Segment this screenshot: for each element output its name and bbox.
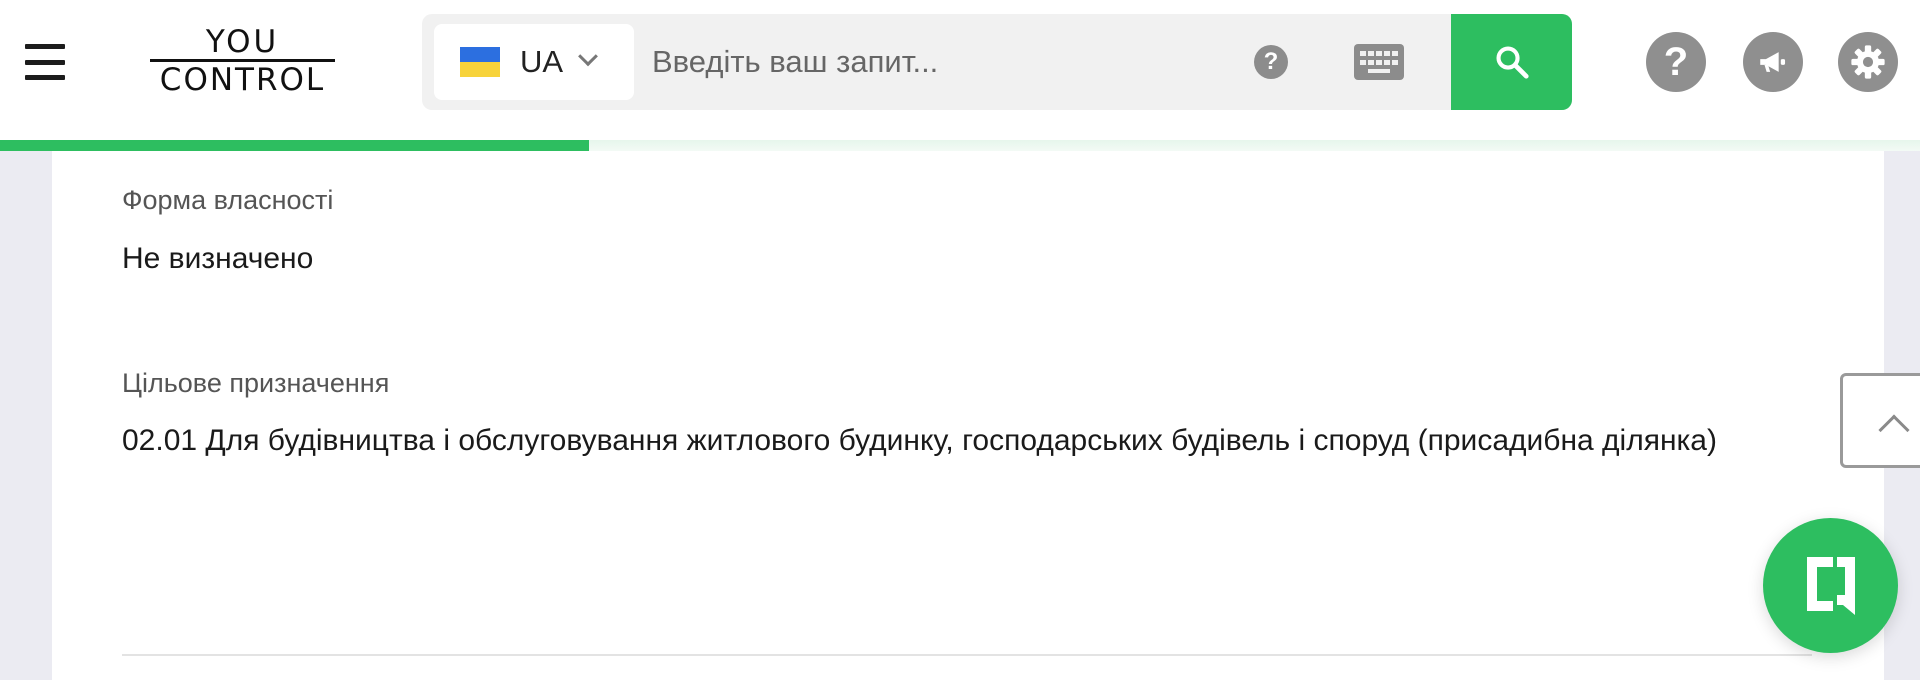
- youcontrol-logo[interactable]: YOU CONTROL: [150, 26, 335, 96]
- help-button[interactable]: ?: [1646, 32, 1706, 92]
- logo-top-text: YOU: [205, 24, 280, 60]
- search-help-icon[interactable]: ?: [1254, 45, 1288, 79]
- gear-icon: [1851, 45, 1885, 79]
- top-header: YOU CONTROL UA ?: [0, 0, 1920, 140]
- chevron-up-icon: [1878, 414, 1910, 446]
- megaphone-icon: [1760, 52, 1786, 72]
- search-button[interactable]: [1451, 14, 1572, 110]
- purpose-label: Цільове призначення: [122, 368, 390, 398]
- chat-bubble-icon: [1806, 556, 1855, 615]
- language-value: UA: [520, 44, 564, 79]
- page-progress-fill: [0, 140, 590, 151]
- details-card: Форма власності Не визначено Цільове при…: [52, 140, 1884, 680]
- settings-button[interactable]: [1838, 32, 1898, 92]
- scroll-to-top-button[interactable]: [1840, 373, 1920, 468]
- search-icon: [1495, 46, 1529, 79]
- ownership-label: Форма власності: [122, 185, 334, 215]
- announcements-button[interactable]: [1743, 32, 1803, 92]
- chat-button[interactable]: [1763, 518, 1898, 653]
- ownership-value: Не визначено: [122, 242, 314, 275]
- page-progress-bar: [0, 140, 1920, 151]
- chevron-down-icon: [578, 46, 598, 67]
- search-input[interactable]: [650, 28, 1150, 96]
- search-bar: UA ?: [422, 14, 1572, 110]
- logo-bottom-text: CONTROL: [159, 62, 326, 98]
- question-icon: ?: [1663, 39, 1689, 84]
- language-select[interactable]: UA: [434, 24, 634, 100]
- section-divider: [122, 654, 1812, 656]
- ukraine-flag-icon: [460, 47, 500, 77]
- keyboard-icon[interactable]: [1354, 44, 1404, 80]
- hamburger-menu-icon[interactable]: [25, 44, 67, 80]
- purpose-value: 02.01 Для будівництва і обслуговування ж…: [122, 424, 1717, 457]
